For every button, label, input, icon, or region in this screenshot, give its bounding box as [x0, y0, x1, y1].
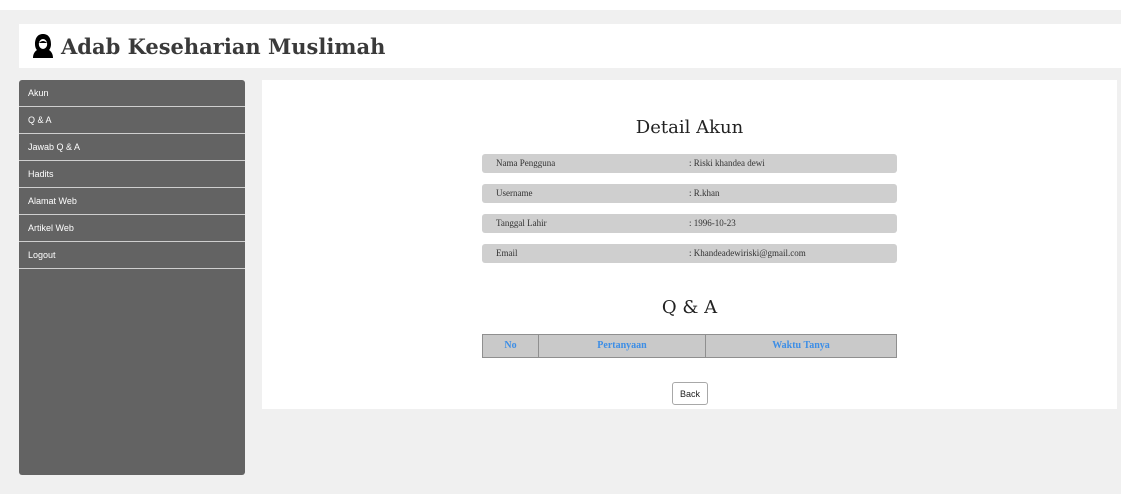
detail-row-email: Email : Khandeadewiriski@gmail.com [482, 244, 897, 263]
detail-akun-title: Detail Akun [635, 117, 744, 138]
sidebar-item-akun[interactable]: Akun [19, 80, 245, 107]
detail-label: Nama Pengguna [496, 158, 556, 168]
column-header-no: No [483, 335, 539, 357]
sidebar-item-logout[interactable]: Logout [19, 242, 245, 269]
sidebar-item-alamat-web[interactable]: Alamat Web [19, 188, 245, 215]
back-button[interactable]: Back [672, 382, 708, 405]
detail-value: : Riski khandea dewi [689, 158, 765, 168]
column-header-waktu-tanya: Waktu Tanya [772, 340, 830, 351]
detail-value: : Khandeadewiriski@gmail.com [689, 248, 806, 258]
qa-table-header: No Pertanyaan Waktu Tanya [482, 334, 897, 358]
main-content: Detail Akun Nama Pengguna : Riski khande… [262, 80, 1117, 409]
sidebar-item-artikel-web[interactable]: Artikel Web [19, 215, 245, 242]
detail-label: Username [496, 188, 533, 198]
sidebar-item-qa[interactable]: Q & A [19, 107, 245, 134]
detail-label: Tanggal Lahir [496, 218, 547, 228]
site-title: Adab Keseharian Muslimah [61, 33, 386, 59]
detail-label: Email [496, 248, 518, 258]
page-background: Adab Keseharian Muslimah Akun Q & A Jawa… [0, 10, 1121, 494]
column-header-pertanyaan: Pertanyaan [539, 335, 706, 357]
detail-value: : 1996-10-23 [689, 218, 736, 228]
hijab-woman-icon [32, 33, 54, 59]
detail-row-tanggal-lahir: Tanggal Lahir : 1996-10-23 [482, 214, 897, 233]
sidebar-menu: Akun Q & A Jawab Q & A Hadits Alamat Web… [19, 80, 245, 475]
sidebar-item-jawab-qa[interactable]: Jawab Q & A [19, 134, 245, 161]
detail-value: : R.khan [689, 188, 720, 198]
site-header: Adab Keseharian Muslimah [19, 24, 1121, 68]
sidebar-item-hadits[interactable]: Hadits [19, 161, 245, 188]
detail-row-username: Username : R.khan [482, 184, 897, 203]
detail-row-nama: Nama Pengguna : Riski khandea dewi [482, 154, 897, 173]
qa-title: Q & A [661, 297, 718, 318]
